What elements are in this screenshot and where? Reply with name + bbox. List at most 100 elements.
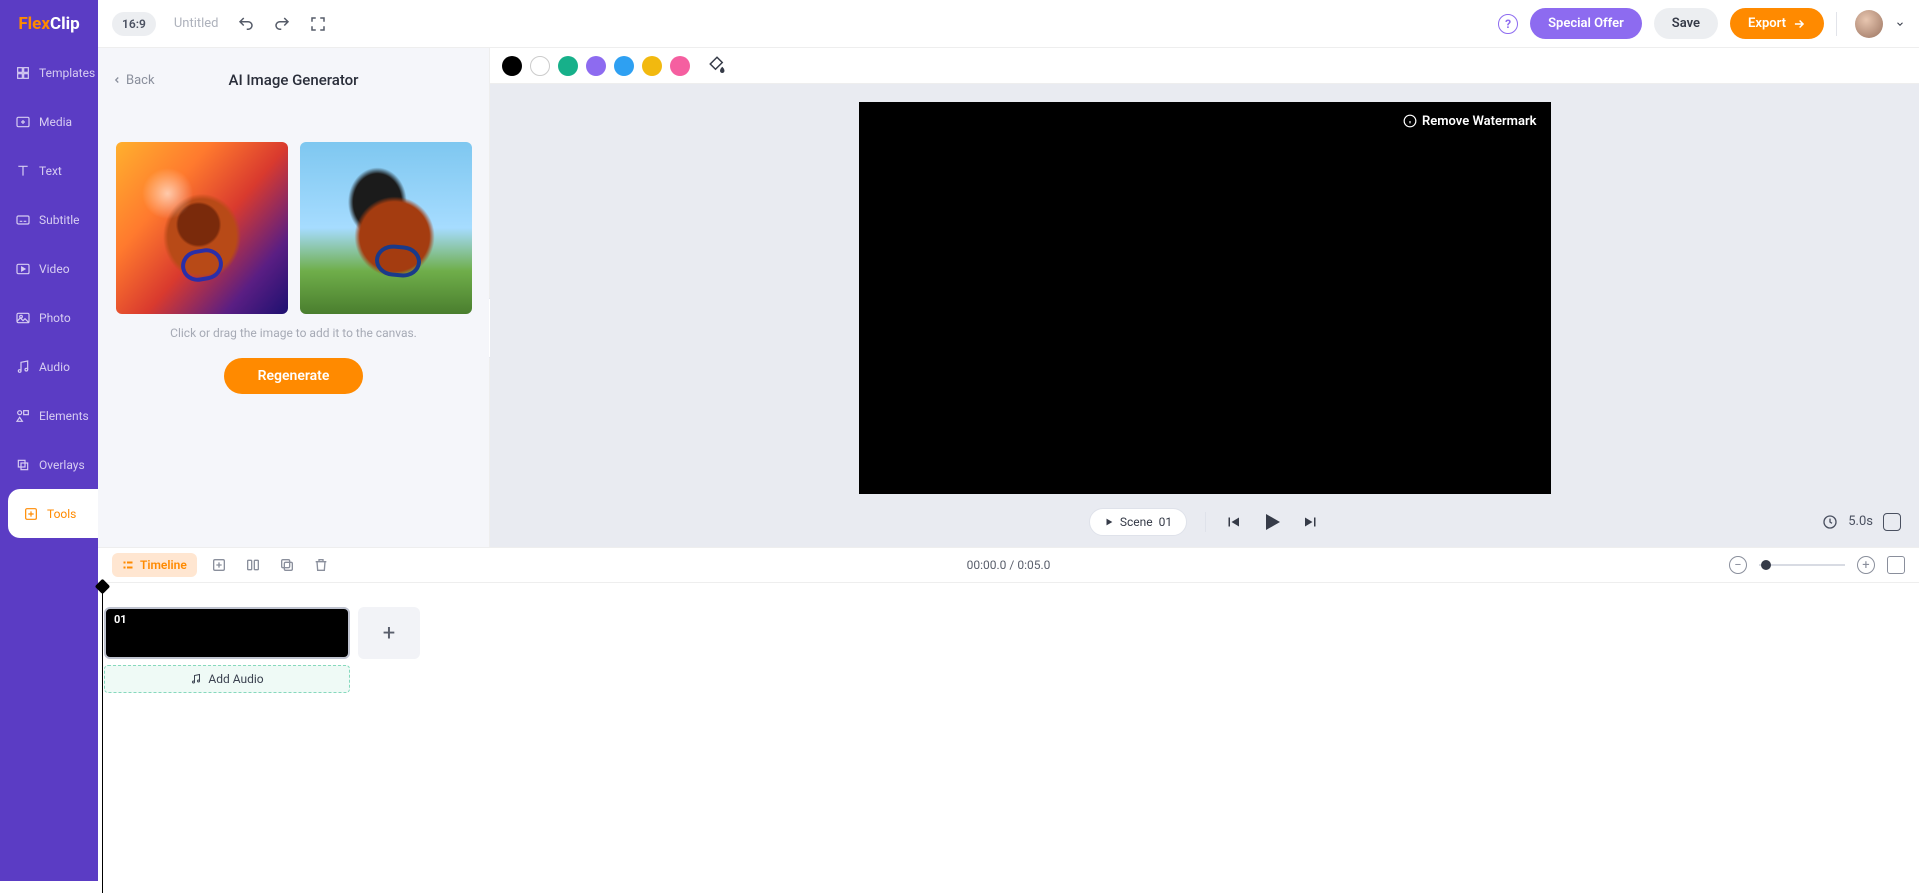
timeline-toolbar: Timeline 00:00.0 / 0:05.0 − + bbox=[98, 547, 1919, 583]
document-title[interactable]: Untitled bbox=[174, 16, 219, 31]
scene-clip[interactable]: 01 bbox=[104, 607, 350, 659]
aspect-ratio-badge[interactable]: 16:9 bbox=[112, 12, 156, 36]
ai-image-panel: Back AI Image Generator Click or drag th… bbox=[98, 48, 490, 547]
delete-icon[interactable] bbox=[313, 557, 329, 573]
sidebar-item-text[interactable]: Text bbox=[0, 146, 98, 195]
color-swatch-0[interactable] bbox=[502, 56, 522, 76]
color-swatch-5[interactable] bbox=[642, 56, 662, 76]
duration-label: 5.0s bbox=[1848, 514, 1873, 529]
sidebar-item-label: Overlays bbox=[39, 458, 85, 472]
timeline-icon bbox=[122, 559, 134, 571]
sidebar-item-photo[interactable]: Photo bbox=[0, 293, 98, 342]
panel-title: AI Image Generator bbox=[112, 71, 475, 89]
color-swatch-1[interactable] bbox=[530, 56, 550, 76]
timeline-time: 00:00.0 / 0:05.0 bbox=[967, 558, 1051, 572]
sidebar-item-label: Tools bbox=[47, 507, 76, 521]
skip-previous-icon[interactable] bbox=[1224, 513, 1242, 531]
text-icon bbox=[15, 163, 31, 179]
color-swatch-3[interactable] bbox=[586, 56, 606, 76]
timeline-tab[interactable]: Timeline bbox=[112, 553, 197, 577]
back-label: Back bbox=[126, 73, 155, 88]
chevron-left-icon bbox=[112, 75, 122, 85]
color-swatch-2[interactable] bbox=[558, 56, 578, 76]
split-icon[interactable] bbox=[245, 557, 261, 573]
back-button[interactable]: Back bbox=[112, 73, 155, 88]
audio-icon bbox=[15, 359, 31, 375]
color-palette-row bbox=[490, 48, 1919, 84]
photo-icon bbox=[15, 310, 31, 326]
play-small-icon bbox=[1104, 517, 1114, 527]
subtitle-icon bbox=[15, 212, 31, 228]
logo-brand-1: Flex bbox=[18, 14, 50, 34]
timeline-tab-label: Timeline bbox=[140, 558, 187, 572]
export-button[interactable]: Export bbox=[1730, 8, 1824, 39]
sidebar-item-subtitle[interactable]: Subtitle bbox=[0, 195, 98, 244]
add-audio-label: Add Audio bbox=[208, 672, 263, 686]
avatar[interactable] bbox=[1855, 10, 1883, 38]
sidebar-item-elements[interactable]: Elements bbox=[0, 391, 98, 440]
templates-icon bbox=[15, 65, 31, 81]
zoom-in-button[interactable]: + bbox=[1857, 556, 1875, 574]
zoom-out-button[interactable]: − bbox=[1729, 556, 1747, 574]
fill-tool-icon[interactable] bbox=[708, 55, 726, 77]
export-label: Export bbox=[1748, 16, 1786, 31]
color-swatch-6[interactable] bbox=[670, 56, 690, 76]
timeline: Timeline 00:00.0 / 0:05.0 − + 01 + Add A… bbox=[98, 547, 1919, 881]
clock-icon bbox=[1822, 514, 1838, 530]
skip-next-icon[interactable] bbox=[1302, 513, 1320, 531]
chevron-down-icon[interactable] bbox=[1895, 19, 1905, 29]
scene-label: Scene bbox=[1120, 515, 1153, 529]
sidebar-item-templates[interactable]: Templates bbox=[0, 48, 98, 97]
sidebar-item-label: Templates bbox=[39, 66, 95, 80]
sidebar-item-tools[interactable]: Tools bbox=[8, 489, 98, 538]
info-icon bbox=[1403, 114, 1417, 128]
logo-brand-2: Clip bbox=[50, 14, 80, 34]
sidebar-item-label: Elements bbox=[39, 409, 89, 423]
sidebar-item-video[interactable]: Video bbox=[0, 244, 98, 293]
sidebar-item-overlays[interactable]: Overlays bbox=[0, 440, 98, 489]
generated-image-1[interactable] bbox=[116, 142, 288, 314]
sidebar: FlexClip Templates Media Text Subtitle Video… bbox=[0, 0, 98, 881]
playhead[interactable] bbox=[102, 583, 103, 893]
tools-icon bbox=[23, 506, 39, 522]
sidebar-item-label: Video bbox=[39, 262, 70, 276]
sidebar-item-label: Photo bbox=[39, 311, 71, 325]
redo-icon[interactable] bbox=[273, 15, 291, 33]
undo-icon[interactable] bbox=[237, 15, 255, 33]
music-note-icon bbox=[190, 673, 202, 685]
add-audio-button[interactable]: Add Audio bbox=[104, 665, 350, 693]
media-icon bbox=[15, 114, 31, 130]
canvas-area: Remove Watermark Scene 01 5.0s bbox=[490, 48, 1919, 547]
overlays-icon bbox=[15, 457, 31, 473]
timeline-zoom: − + bbox=[1729, 556, 1905, 574]
copy-icon[interactable] bbox=[279, 557, 295, 573]
watermark-label: Remove Watermark bbox=[1422, 114, 1537, 129]
elements-icon bbox=[15, 408, 31, 424]
regenerate-button[interactable]: Regenerate bbox=[224, 358, 364, 394]
color-swatch-4[interactable] bbox=[614, 56, 634, 76]
canvas[interactable]: Remove Watermark bbox=[859, 102, 1551, 494]
add-scene-button[interactable]: + bbox=[358, 607, 420, 659]
generated-image-2[interactable] bbox=[300, 142, 472, 314]
sidebar-item-label: Text bbox=[39, 164, 62, 178]
special-offer-button[interactable]: Special Offer bbox=[1530, 8, 1642, 39]
sidebar-item-audio[interactable]: Audio bbox=[0, 342, 98, 391]
playback-controls: Scene 01 5.0s bbox=[490, 500, 1919, 544]
expand-icon[interactable] bbox=[1883, 513, 1901, 531]
play-icon[interactable] bbox=[1260, 510, 1284, 534]
zoom-fit-button[interactable] bbox=[1887, 556, 1905, 574]
fullscreen-icon[interactable] bbox=[309, 15, 327, 33]
arrow-right-icon bbox=[1792, 17, 1806, 31]
sidebar-item-label: Subtitle bbox=[39, 213, 80, 227]
add-clip-icon[interactable] bbox=[211, 557, 227, 573]
logo[interactable]: FlexClip bbox=[0, 0, 98, 48]
topbar: 16:9 Untitled ? Special Offer Save Expor… bbox=[98, 0, 1919, 48]
zoom-slider[interactable] bbox=[1759, 564, 1845, 566]
save-button[interactable]: Save bbox=[1654, 8, 1718, 39]
panel-hint: Click or drag the image to add it to the… bbox=[112, 326, 475, 340]
video-icon bbox=[15, 261, 31, 277]
scene-badge[interactable]: Scene 01 bbox=[1089, 508, 1187, 536]
help-icon[interactable]: ? bbox=[1498, 14, 1518, 34]
remove-watermark-button[interactable]: Remove Watermark bbox=[1403, 114, 1537, 129]
sidebar-item-media[interactable]: Media bbox=[0, 97, 98, 146]
